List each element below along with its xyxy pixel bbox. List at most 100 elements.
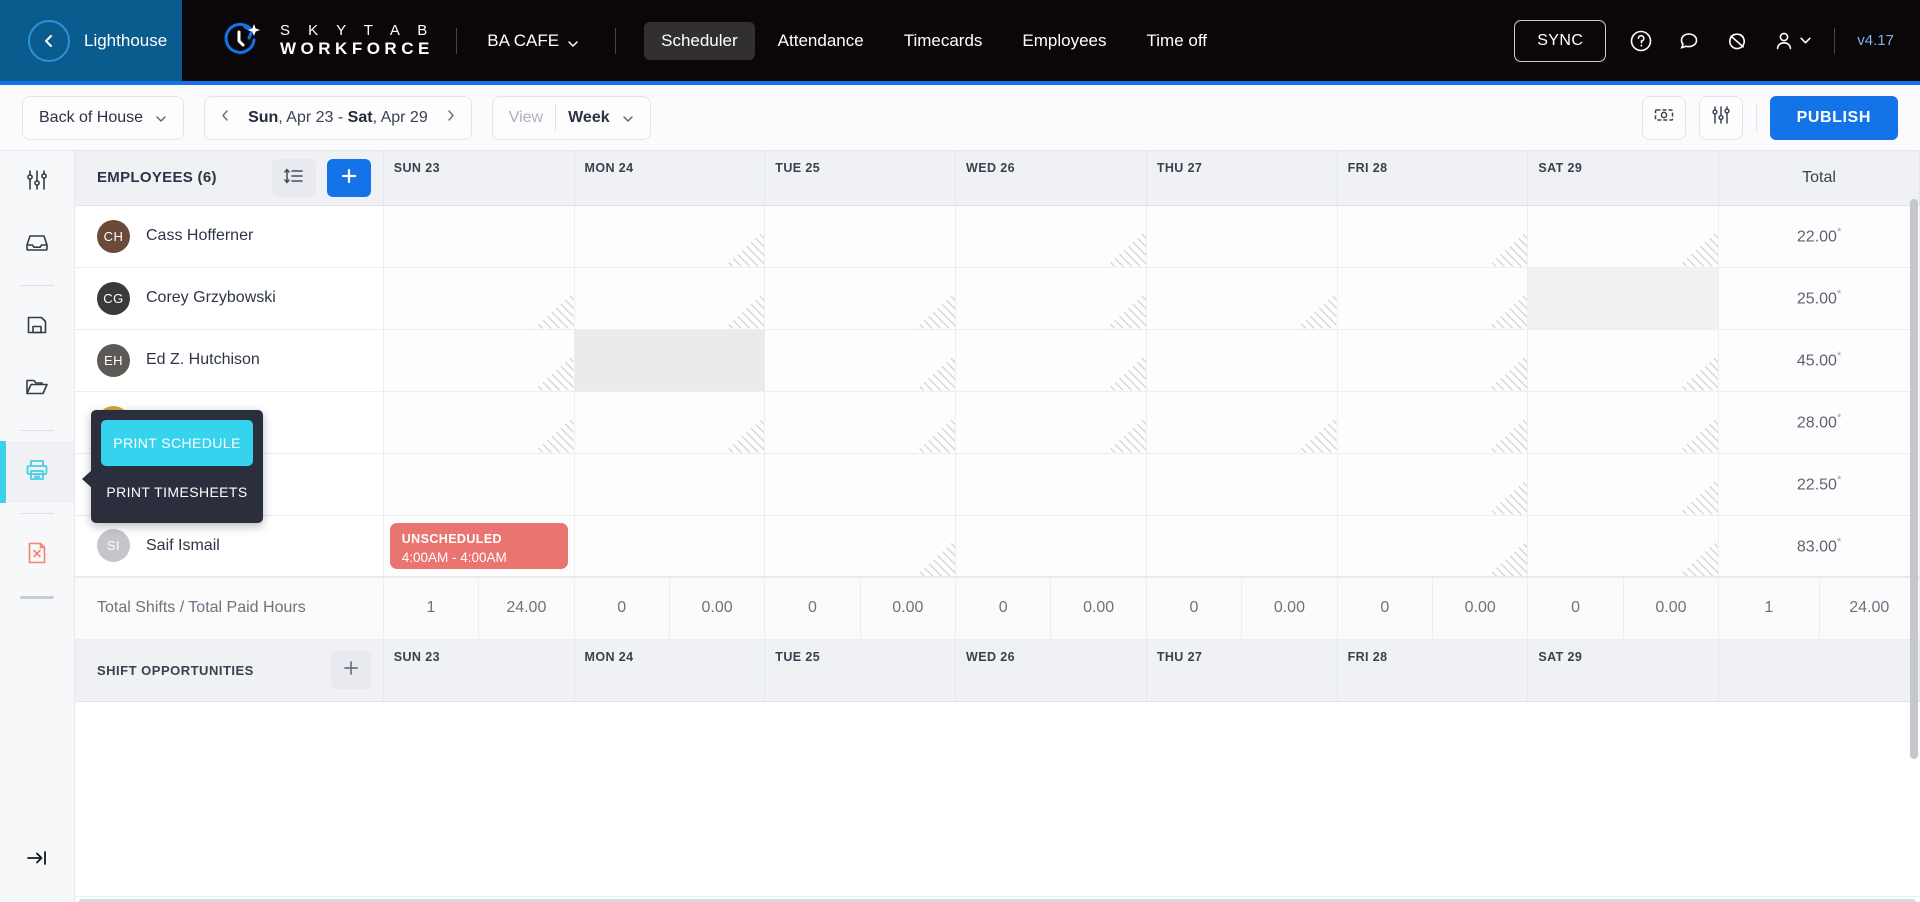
shift-block-unscheduled[interactable]: UNSCHEDULED 4:00AM - 4:00AM (390, 523, 568, 570)
shift-cell[interactable] (765, 329, 956, 391)
labor-cost-button[interactable] (1642, 96, 1686, 140)
notification-bell-icon[interactable] (1724, 28, 1750, 54)
help-circle-icon[interactable] (1628, 28, 1654, 54)
scheduler-settings-button[interactable] (1699, 96, 1743, 140)
print-schedule-button[interactable]: PRINT SCHEDULE (101, 420, 253, 466)
shift-cell[interactable] (574, 267, 765, 329)
shift-cell[interactable] (1337, 391, 1528, 453)
shift-cell[interactable] (765, 515, 956, 577)
totals-grand-shifts: 1 (1719, 578, 1819, 639)
shift-cell[interactable] (1528, 267, 1719, 329)
shift-cell[interactable] (1146, 515, 1337, 577)
row-total: 45.00* (1719, 329, 1920, 391)
employee-cell[interactable]: EH Ed Z. Hutchison (75, 329, 383, 391)
totals-row: Total Shifts / Total Paid Hours 1 24.00 … (75, 577, 1920, 639)
shift-cell[interactable] (765, 267, 956, 329)
shift-cell[interactable] (383, 329, 574, 391)
chevron-down-icon (155, 112, 167, 124)
row-total-value: 28.00 (1797, 414, 1837, 431)
shift-cell[interactable] (1337, 515, 1528, 577)
sort-employees-button[interactable] (272, 159, 316, 197)
rail-item-inbox[interactable] (0, 213, 74, 275)
date-range-picker[interactable]: Sun, Apr 23 - Sat, Apr 29 (204, 96, 472, 140)
shift-cell[interactable] (1146, 391, 1337, 453)
shift-cell[interactable] (765, 453, 956, 515)
nav-item-attendance[interactable]: Attendance (761, 22, 881, 60)
unavailable-hatch-icon (1106, 293, 1146, 329)
shift-cell[interactable] (956, 453, 1147, 515)
shift-cell[interactable] (1146, 453, 1337, 515)
user-account-icon[interactable] (1772, 29, 1812, 53)
shift-cell[interactable] (1337, 329, 1528, 391)
printer-icon (24, 457, 50, 488)
shift-cell[interactable] (1337, 267, 1528, 329)
unavailable-hatch-icon (1678, 355, 1718, 391)
nav-item-scheduler[interactable]: Scheduler (644, 22, 755, 60)
chat-bubble-icon[interactable] (1676, 28, 1702, 54)
opp-day-thu[interactable]: THU 27 (1146, 639, 1337, 701)
scheduler-app: Lighthouse S K Y T A B WORKFORCE BA CAFE (0, 0, 1920, 902)
shift-cell[interactable] (765, 391, 956, 453)
sync-button[interactable]: SYNC (1514, 20, 1606, 62)
add-shift-opportunity-button[interactable] (331, 651, 371, 689)
opp-day-tue[interactable]: TUE 25 (765, 639, 956, 701)
shift-cell[interactable] (1337, 205, 1528, 267)
shift-cell[interactable] (574, 515, 765, 577)
shift-cell[interactable] (574, 391, 765, 453)
shift-cell[interactable] (956, 205, 1147, 267)
shift-cell[interactable] (1146, 205, 1337, 267)
horizontal-scrollbar[interactable] (75, 896, 1920, 902)
add-employee-button[interactable] (327, 159, 371, 197)
nav-item-time-off[interactable]: Time off (1130, 22, 1224, 60)
nav-item-employees[interactable]: Employees (1005, 22, 1123, 60)
shift-cell[interactable] (1146, 329, 1337, 391)
shift-cell-hovered[interactable] (574, 329, 765, 391)
row-total: 22.00* (1719, 205, 1920, 267)
shift-cell[interactable] (1337, 453, 1528, 515)
shift-cell[interactable] (1528, 515, 1719, 577)
print-timesheets-button[interactable]: PRINT TIMESHEETS (101, 466, 253, 513)
rail-item-folder[interactable] (0, 358, 74, 420)
chevron-down-icon (622, 112, 634, 124)
shift-cell[interactable] (383, 205, 574, 267)
shift-cell[interactable] (1528, 453, 1719, 515)
unavailable-hatch-icon (1678, 479, 1718, 515)
shift-cell[interactable] (1528, 329, 1719, 391)
location-selector[interactable]: BA CAFE (479, 31, 587, 51)
nav-item-timecards[interactable]: Timecards (887, 22, 1000, 60)
opp-day-fri[interactable]: FRI 28 (1337, 639, 1528, 701)
rail-item-clear-schedule[interactable] (0, 524, 74, 586)
shift-cell[interactable] (956, 329, 1147, 391)
publish-button[interactable]: PUBLISH (1770, 96, 1898, 140)
rail-item-filters[interactable] (0, 151, 74, 213)
shift-cell[interactable] (1528, 205, 1719, 267)
shift-cell[interactable] (383, 391, 574, 453)
rail-collapse-button[interactable] (0, 845, 74, 876)
rail-item-save[interactable] (0, 296, 74, 358)
date-prev-button[interactable] (219, 109, 232, 127)
shift-cell[interactable] (1528, 391, 1719, 453)
shift-cell[interactable] (956, 515, 1147, 577)
view-selector[interactable]: View Week (492, 96, 651, 140)
shift-cell[interactable]: UNSCHEDULED 4:00AM - 4:00AM (383, 515, 574, 577)
lighthouse-back-button[interactable]: Lighthouse (0, 0, 182, 81)
shift-cell[interactable] (383, 453, 574, 515)
shift-cell[interactable] (1146, 267, 1337, 329)
department-selector[interactable]: Back of House (22, 96, 184, 140)
employee-cell[interactable]: SI Saif Ismail (75, 515, 383, 577)
shift-cell[interactable] (574, 205, 765, 267)
opp-day-sun[interactable]: SUN 23 (383, 639, 574, 701)
shift-cell[interactable] (765, 205, 956, 267)
shift-cell[interactable] (956, 267, 1147, 329)
shift-cell[interactable] (574, 453, 765, 515)
rail-item-print[interactable] (0, 441, 74, 503)
opp-day-sat[interactable]: SAT 29 (1528, 639, 1719, 701)
vertical-scrollbar[interactable] (1910, 199, 1918, 759)
opp-day-mon[interactable]: MON 24 (574, 639, 765, 701)
date-next-button[interactable] (444, 109, 457, 127)
opp-day-wed[interactable]: WED 26 (956, 639, 1147, 701)
employee-cell[interactable]: CG Corey Grzybowski (75, 267, 383, 329)
employee-cell[interactable]: CH Cass Hofferner (75, 205, 383, 267)
shift-cell[interactable] (383, 267, 574, 329)
shift-cell[interactable] (956, 391, 1147, 453)
